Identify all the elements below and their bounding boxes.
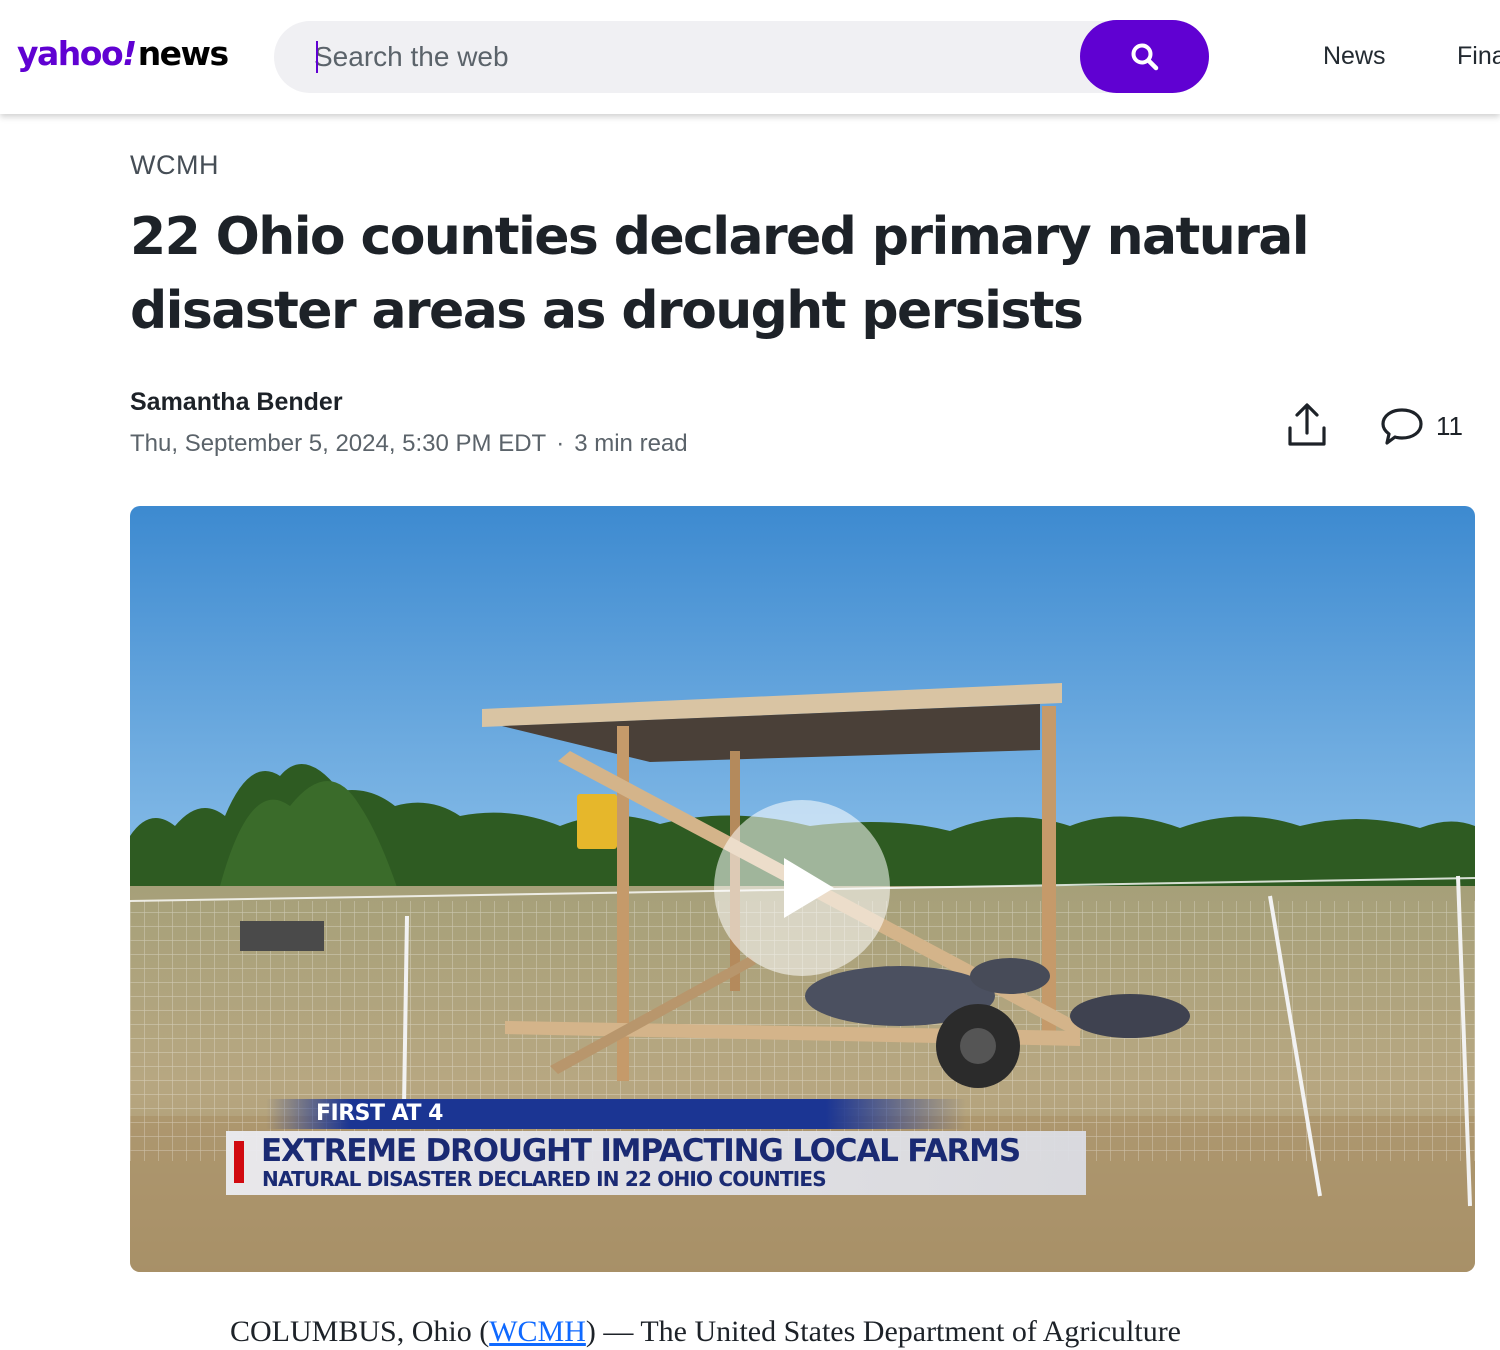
body-suffix: ) — The United States Department of Agri…	[585, 1315, 1181, 1348]
publish-date: Thu, September 5, 2024, 5:30 PM EDT	[130, 430, 547, 457]
news-lower-third: FIRST AT 4 EXTREME DROUGHT IMPACTING LOC…	[226, 1099, 1216, 1199]
author-name[interactable]: Samantha Bender	[130, 388, 343, 417]
logo-bang: !	[122, 34, 137, 73]
article-body-first-line: COLUMBUS, Ohio (WCMH) — The United State…	[230, 1314, 1181, 1350]
yahoo-news-logo[interactable]: yahoo!news	[17, 34, 230, 74]
logo-section: news	[137, 34, 230, 73]
nav-item-news[interactable]: News	[1323, 40, 1386, 72]
byline-meta: Thu, September 5, 2024, 5:30 PM EDT · 3 mi…	[130, 430, 688, 458]
share-button[interactable]	[1284, 400, 1330, 450]
search-icon	[1131, 43, 1158, 70]
play-icon	[784, 858, 834, 918]
search-bar	[274, 21, 1209, 93]
headline-bar: EXTREME DROUGHT IMPACTING LOCAL FARMS NA…	[226, 1131, 1086, 1195]
segment-tag: FIRST AT 4	[316, 1101, 443, 1126]
lower-third-headline: EXTREME DROUGHT IMPACTING LOCAL FARMS	[261, 1133, 1021, 1169]
body-source-link[interactable]: WCMH	[489, 1315, 586, 1348]
search-button[interactable]	[1080, 20, 1209, 93]
share-icon	[1288, 403, 1326, 446]
comment-count: 11	[1436, 410, 1463, 441]
logo-brand: yahoo	[17, 34, 124, 73]
meta-separator: ·	[556, 430, 565, 457]
video-player[interactable]: FIRST AT 4 EXTREME DROUGHT IMPACTING LOC…	[130, 506, 1475, 1272]
nav-item-finance[interactable]: Fina	[1457, 40, 1500, 72]
text-caret	[316, 41, 318, 73]
search-input[interactable]	[314, 35, 1074, 79]
provider-name[interactable]: WCMH	[130, 150, 219, 181]
read-time: 3 min read	[574, 430, 688, 457]
body-prefix: COLUMBUS, Ohio (	[230, 1315, 490, 1348]
article-headline: 22 Ohio counties declared primary natura…	[130, 207, 1310, 341]
tag-bar: FIRST AT 4	[266, 1099, 966, 1129]
red-accent	[234, 1141, 244, 1183]
comment-bubble-icon	[1381, 408, 1423, 445]
site-header: yahoo!news News Fina	[0, 0, 1500, 114]
lower-third-subheadline: NATURAL DISASTER DECLARED IN 22 OHIO COU…	[262, 1167, 827, 1191]
play-button[interactable]	[714, 800, 890, 976]
comments-button[interactable]: 11	[1380, 404, 1463, 448]
